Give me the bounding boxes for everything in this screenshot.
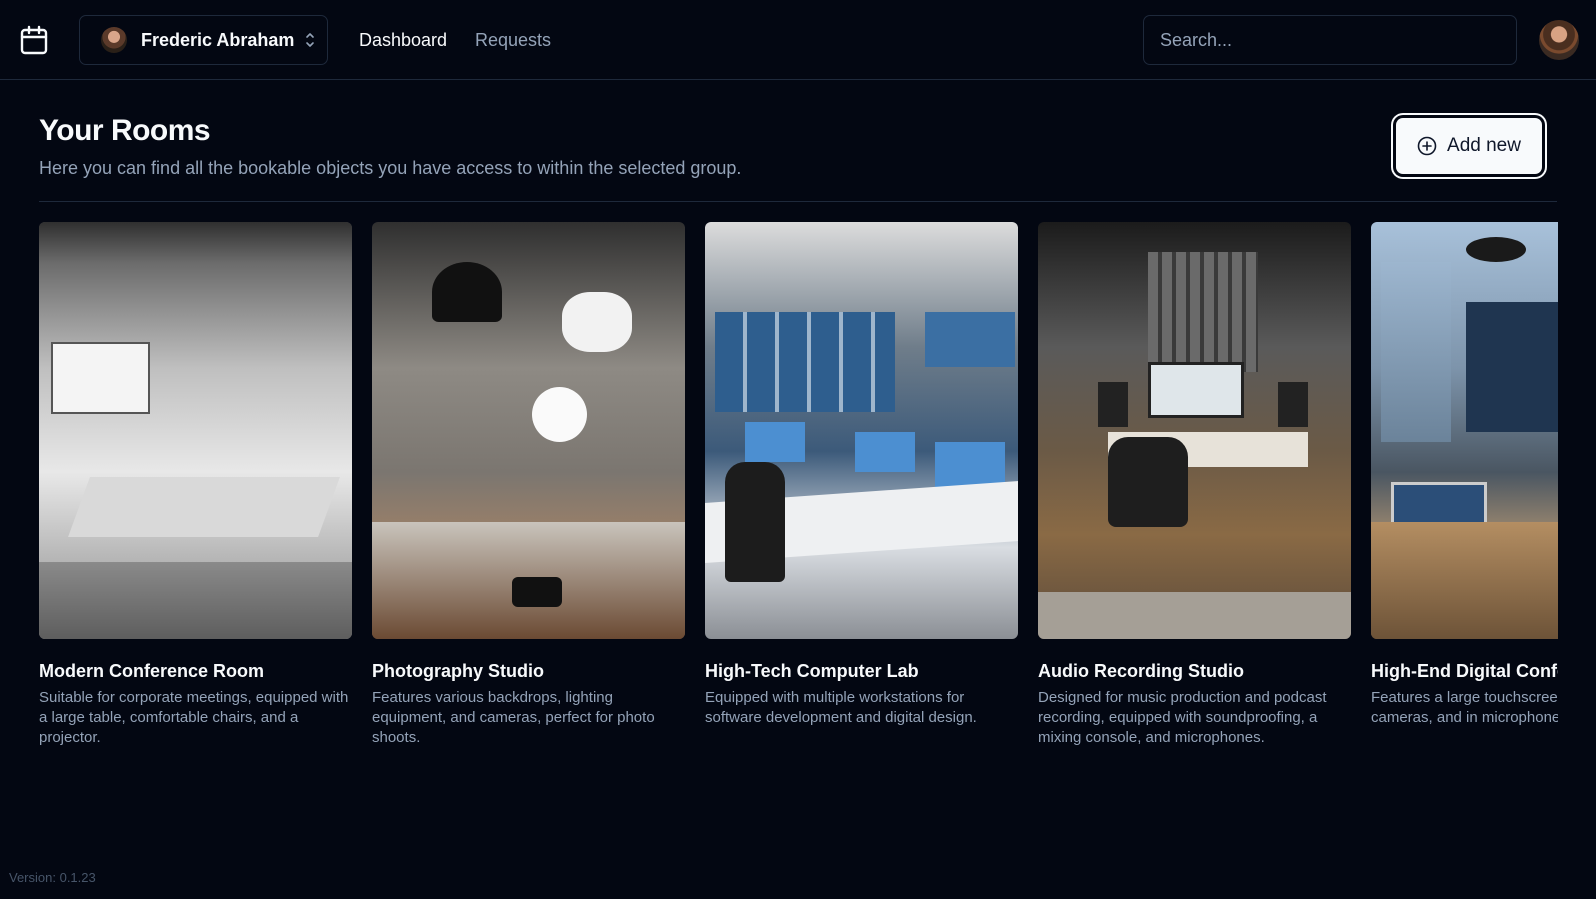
page-title: Your Rooms <box>39 114 211 147</box>
group-name-label: Frederic Abraham <box>141 29 295 50</box>
top-navigation-bar: Frederic Abraham Dashboard Requests <box>0 0 1596 80</box>
search-input[interactable] <box>1143 15 1517 65</box>
header-divider <box>39 201 1557 202</box>
page-subtitle: Here you can find all the bookable objec… <box>39 158 742 178</box>
room-description: Equipped with multiple workstations for … <box>705 689 977 726</box>
plus-circle-icon <box>1417 136 1437 156</box>
room-card[interactable]: High-End Digital Confer Features a large… <box>1371 222 1558 728</box>
room-card[interactable]: Modern Conference Room Suitable for corp… <box>39 222 352 748</box>
room-description: Features a large touchscreen conferencin… <box>1371 689 1558 726</box>
add-new-button[interactable]: Add new <box>1396 118 1542 174</box>
room-card[interactable]: Audio Recording Studio Designed for musi… <box>1038 222 1351 748</box>
room-description: Suitable for corporate meetings, equippe… <box>39 689 349 746</box>
room-image-computer-lab <box>705 222 1018 639</box>
room-image-audio-studio <box>1038 222 1351 639</box>
add-new-label: Add new <box>1447 135 1521 156</box>
room-name: Audio Recording Studio <box>1038 661 1244 681</box>
chevrons-up-down-icon <box>306 33 315 47</box>
room-card[interactable]: Photography Studio Features various back… <box>372 222 685 748</box>
group-avatar <box>101 27 127 53</box>
room-image-digital-conference <box>1371 222 1558 639</box>
room-image-photography <box>372 222 685 639</box>
nav-link-dashboard[interactable]: Dashboard <box>359 30 447 51</box>
version-label: Version: 0.1.23 <box>9 870 96 885</box>
room-name: High-End Digital Confer <box>1371 661 1558 681</box>
group-switcher-button[interactable]: Frederic Abraham <box>79 15 328 65</box>
room-name: Photography Studio <box>372 661 544 681</box>
calendar-icon[interactable] <box>20 25 48 55</box>
nav-link-requests[interactable]: Requests <box>475 30 551 51</box>
rooms-carousel[interactable]: Modern Conference Room Suitable for corp… <box>39 222 1558 762</box>
room-name: High-Tech Computer Lab <box>705 661 919 681</box>
room-description: Designed for music production and podcas… <box>1038 689 1327 746</box>
user-avatar[interactable] <box>1539 20 1579 60</box>
room-card[interactable]: High-Tech Computer Lab Equipped with mul… <box>705 222 1018 728</box>
room-name: Modern Conference Room <box>39 661 265 681</box>
room-image-conference <box>39 222 352 639</box>
room-description: Features various backdrops, lighting equ… <box>372 689 655 746</box>
